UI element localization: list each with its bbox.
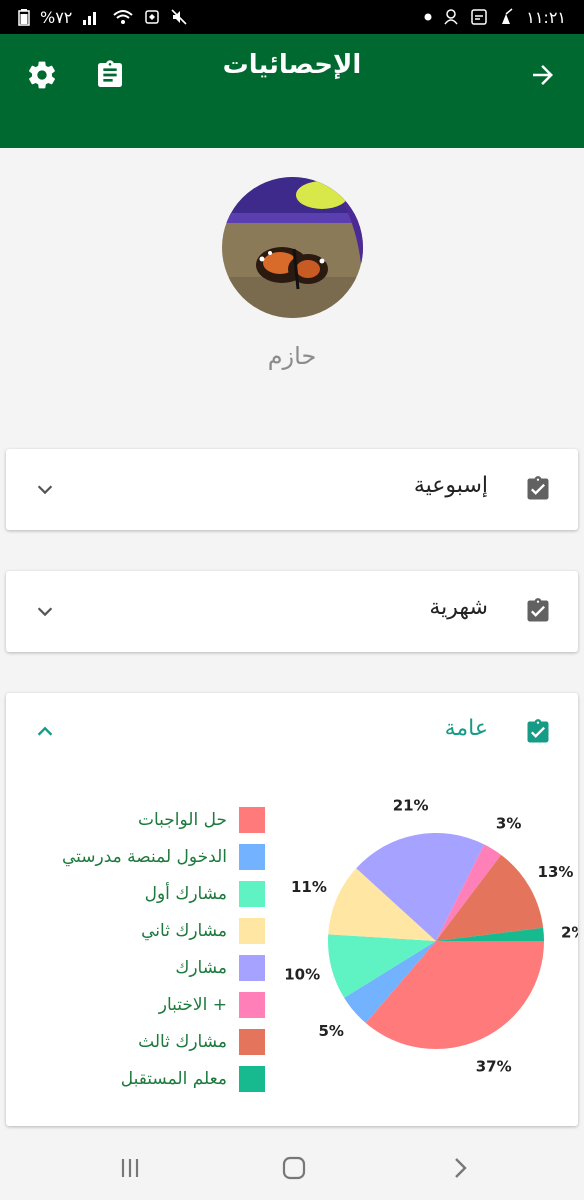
legend-label: مشارك: [175, 957, 227, 978]
pie-data-label: 21%: [393, 797, 429, 814]
arrow-right-icon: [533, 65, 553, 85]
chevron-down-icon[interactable]: [34, 478, 56, 500]
legend-label: معلم المستقبل: [120, 1068, 227, 1089]
app-bar: الإحصائيات: [0, 34, 584, 148]
legend-label: الدخول لمنصة مدرستي: [61, 846, 227, 867]
legend-item: مشارك ثاني: [62, 912, 265, 949]
legend-swatch: [239, 917, 265, 944]
status-right: ١١:٢١: [424, 8, 566, 27]
general-label: عامة: [444, 716, 488, 741]
legend-item: مشارك: [62, 949, 265, 986]
weekly-stats-card[interactable]: إسبوعية: [6, 449, 578, 530]
legend-item: مشارك ثالث: [62, 1023, 265, 1060]
legend-item: الدخول لمنصة مدرستي: [62, 838, 265, 875]
checklist-icon: [527, 598, 549, 622]
legend-swatch: [239, 1028, 265, 1055]
legend-label: حل الواجبات: [137, 809, 227, 830]
system-back-button[interactable]: [446, 1154, 474, 1182]
pie-data-label: 13%: [538, 863, 574, 881]
general-stats-card[interactable]: عامة حل الواجبات الدخول لمنصة مدرستي مشارك…: [6, 693, 578, 1126]
page-title: الإحصائيات: [222, 50, 362, 80]
statistics-screen: %٧٢ ١١:٢١ الإحصائيات حازم إسبوعية شهرية …: [0, 0, 584, 1200]
legend-swatch: [239, 843, 265, 870]
legend-label: مشارك ثاني: [141, 920, 227, 941]
battery-icon: [18, 9, 30, 26]
signal-icon: [83, 12, 97, 25]
chevron-right-icon: [455, 1158, 467, 1178]
legend-label: الاختبار +: [158, 994, 227, 1015]
pie-data-label: 37%: [476, 1057, 512, 1075]
pie-data-label: 3%: [496, 815, 521, 833]
pie-data-label: 10%: [284, 966, 320, 984]
legend-swatch: [239, 806, 265, 833]
monthly-label: شهرية: [429, 595, 488, 620]
avatar: [222, 177, 363, 318]
navigation-bar: [0, 1132, 584, 1200]
message-icon: [471, 9, 487, 25]
legend-swatch: [239, 954, 265, 981]
legend-swatch: [239, 991, 265, 1018]
checklist-icon: [527, 719, 549, 743]
battery-percent: %٧٢: [40, 7, 73, 27]
pie-chart: 37% 5% 10% 11% 21% 3% 13% 2%: [284, 797, 578, 1075]
data-saver-icon: [145, 10, 160, 24]
home-button[interactable]: [280, 1154, 308, 1182]
recent-apps-icon: [121, 1159, 139, 1177]
pie-data-label: 11%: [291, 878, 327, 896]
cleaning-icon: [502, 8, 513, 24]
clock: ١١:٢١: [526, 7, 566, 27]
legend-swatch: [239, 880, 265, 907]
checklist-icon: [527, 476, 549, 500]
notification-dot-icon: [424, 13, 432, 21]
user-name: حازم: [267, 342, 317, 370]
pie-data-label: 2%: [561, 924, 578, 942]
legend-label: مشارك أول: [144, 883, 227, 904]
back-button[interactable]: [526, 58, 560, 92]
butterfly-cover-image: [222, 177, 363, 318]
chevron-down-icon[interactable]: [34, 600, 56, 622]
wifi-icon: [113, 10, 134, 24]
legend-item: معلم المستقبل: [62, 1060, 265, 1097]
status-left: %٧٢: [18, 8, 188, 27]
chevron-up-icon[interactable]: [34, 721, 56, 743]
monthly-stats-card[interactable]: شهرية: [6, 571, 578, 652]
recent-apps-button[interactable]: [116, 1154, 144, 1182]
pie-data-label: 5%: [318, 1022, 343, 1040]
legend-swatch: [239, 1065, 265, 1092]
weekly-label: إسبوعية: [413, 473, 488, 498]
mute-icon: [171, 9, 187, 25]
legend-item: حل الواجبات: [62, 801, 265, 838]
app-notification-icon: [444, 9, 458, 25]
chart-legend: حل الواجبات الدخول لمنصة مدرستي مشارك أول م…: [62, 801, 265, 1097]
legend-item: مشارك أول: [62, 875, 265, 912]
status-bar: %٧٢ ١١:٢١: [0, 0, 584, 34]
legend-item: الاختبار +: [62, 986, 265, 1023]
legend-label: مشارك ثالث: [138, 1031, 227, 1052]
home-icon: [282, 1156, 306, 1180]
